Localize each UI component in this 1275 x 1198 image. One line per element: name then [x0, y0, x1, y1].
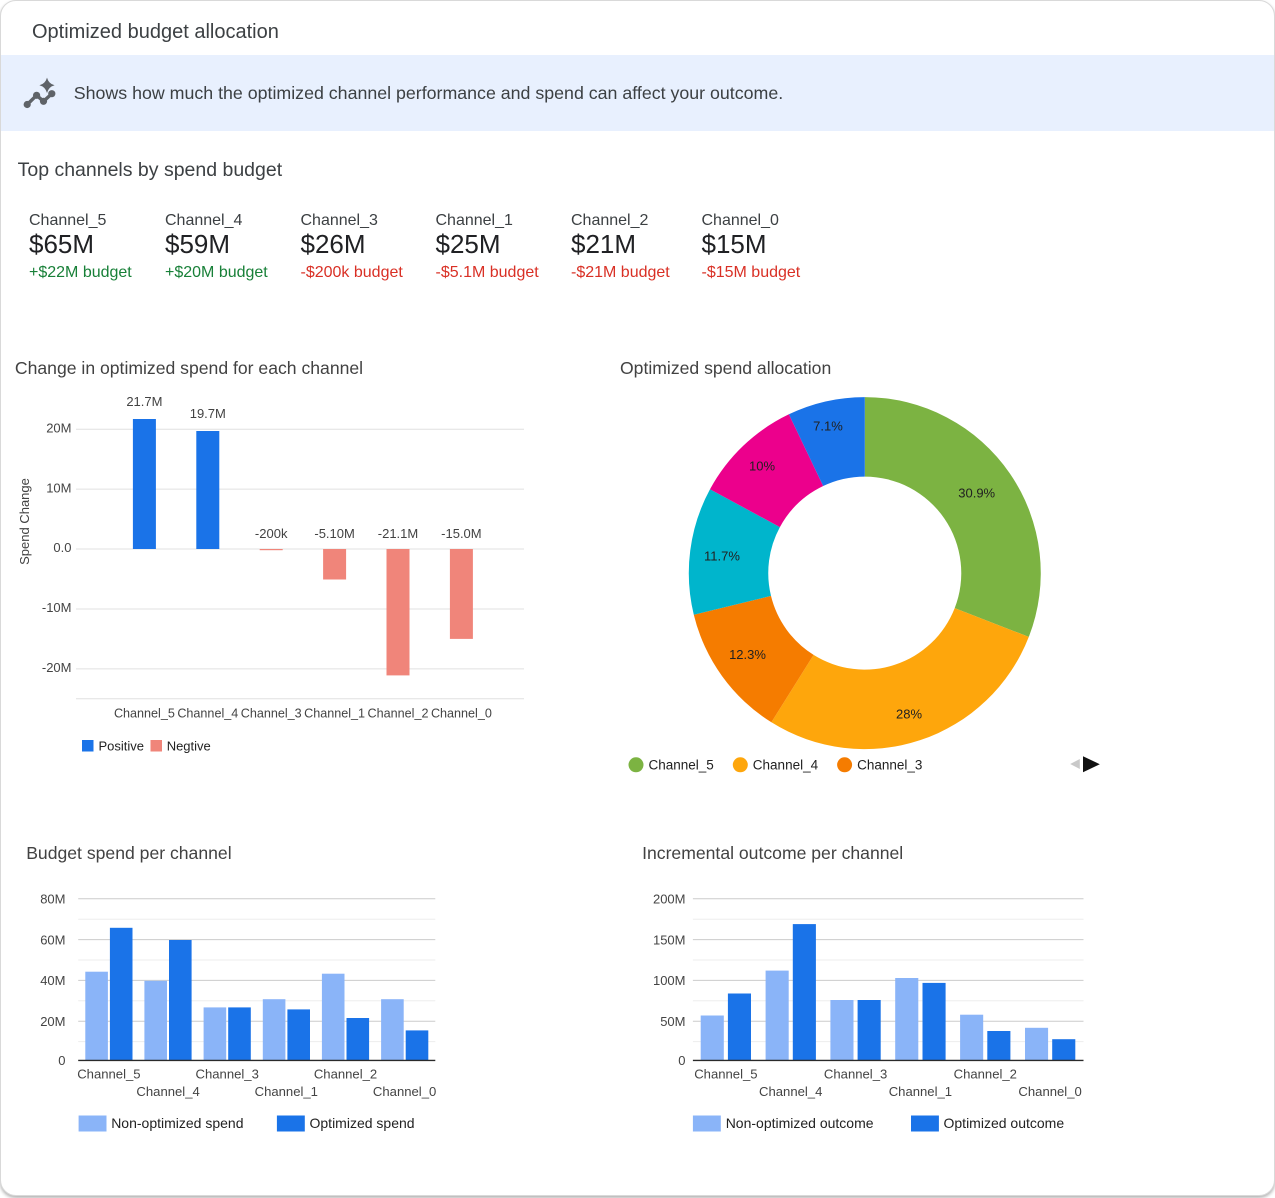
- svg-text:0: 0: [58, 1053, 65, 1068]
- svg-text:80M: 80M: [40, 892, 65, 907]
- svg-text:-5.10M: -5.10M: [314, 526, 354, 541]
- svg-text:Channel_2: Channel_2: [368, 707, 429, 721]
- svg-text:Positive: Positive: [99, 739, 145, 754]
- svg-text:Channel_4: Channel_4: [177, 707, 238, 721]
- svg-text:0.0: 0.0: [53, 540, 71, 555]
- svg-text:50M: 50M: [660, 1014, 685, 1029]
- svg-text:Channel_3: Channel_3: [241, 707, 302, 721]
- svg-text:Channel_1: Channel_1: [304, 707, 365, 721]
- svg-text:100M: 100M: [653, 973, 686, 988]
- svg-text:10%: 10%: [749, 459, 775, 474]
- svg-text:-200k: -200k: [255, 526, 288, 541]
- svg-text:-20M: -20M: [42, 660, 72, 675]
- svg-text:0: 0: [678, 1053, 685, 1068]
- svg-text:-21.1M: -21.1M: [378, 526, 418, 541]
- svg-text:7.1%: 7.1%: [813, 419, 843, 434]
- svg-text:Channel_0: Channel_0: [373, 1084, 436, 1099]
- svg-text:Negtive: Negtive: [167, 739, 211, 754]
- svg-text:Channel_3: Channel_3: [857, 758, 922, 773]
- svg-text:Non-optimized spend: Non-optimized spend: [111, 1115, 243, 1131]
- svg-text:Channel_5: Channel_5: [694, 1067, 757, 1082]
- svg-text:30.9%: 30.9%: [958, 486, 995, 501]
- svg-text:40M: 40M: [40, 973, 65, 988]
- svg-text:Optimized outcome: Optimized outcome: [944, 1115, 1065, 1131]
- svg-text:Channel_4: Channel_4: [136, 1084, 199, 1099]
- svg-text:Channel_2: Channel_2: [954, 1067, 1017, 1082]
- svg-text:-15.0M: -15.0M: [441, 526, 481, 541]
- svg-text:Channel_3: Channel_3: [196, 1067, 259, 1082]
- svg-text:150M: 150M: [653, 932, 686, 947]
- svg-text:20M: 20M: [40, 1014, 65, 1029]
- svg-text:60M: 60M: [40, 932, 65, 947]
- svg-text:Channel_5: Channel_5: [77, 1067, 140, 1082]
- svg-text:Channel_0: Channel_0: [431, 707, 492, 721]
- svg-text:Channel_4: Channel_4: [753, 758, 819, 773]
- svg-text:Channel_0: Channel_0: [1018, 1084, 1081, 1099]
- svg-text:Channel_5: Channel_5: [649, 758, 714, 773]
- svg-text:Spend Change: Spend Change: [17, 478, 32, 565]
- svg-text:Non-optimized outcome: Non-optimized outcome: [726, 1115, 874, 1131]
- svg-text:Optimized spend: Optimized spend: [310, 1115, 415, 1131]
- svg-text:28%: 28%: [896, 707, 922, 722]
- svg-text:Channel_2: Channel_2: [314, 1067, 377, 1082]
- svg-text:12.3%: 12.3%: [729, 647, 766, 662]
- svg-text:20M: 20M: [46, 420, 71, 435]
- svg-text:Channel_4: Channel_4: [759, 1084, 822, 1099]
- svg-text:Channel_1: Channel_1: [255, 1084, 318, 1099]
- svg-text:19.7M: 19.7M: [190, 406, 226, 421]
- svg-text:11.7%: 11.7%: [704, 549, 740, 564]
- svg-text:Channel_5: Channel_5: [114, 707, 175, 721]
- svg-text:21.7M: 21.7M: [126, 394, 162, 409]
- svg-text:10M: 10M: [46, 480, 71, 495]
- svg-text:Channel_3: Channel_3: [824, 1067, 887, 1082]
- svg-text:Channel_1: Channel_1: [889, 1084, 952, 1099]
- svg-text:200M: 200M: [653, 892, 686, 907]
- svg-text:-10M: -10M: [42, 600, 72, 615]
